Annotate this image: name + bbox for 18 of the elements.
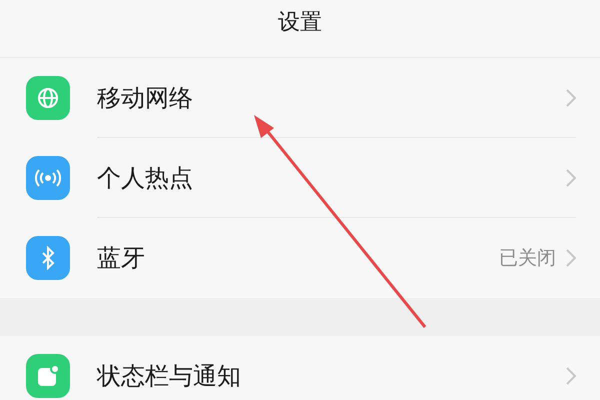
settings-row[interactable]: 状态栏与通知	[0, 336, 600, 400]
page-title: 设置	[278, 9, 322, 37]
hotspot-icon	[34, 168, 62, 188]
settings-row[interactable]: 蓝牙 已关闭	[0, 218, 600, 298]
chevron-icon	[566, 88, 576, 106]
notification-icon	[36, 364, 60, 388]
chevron-icon	[566, 168, 576, 186]
row-label: 个人热点	[97, 162, 194, 194]
row-label: 蓝牙	[97, 243, 146, 274]
settings-row[interactable]: 移动网络	[0, 58, 600, 138]
row-value: 已关闭	[499, 246, 556, 271]
settings-row[interactable]: 个人热点	[0, 138, 600, 218]
row-label: 移动网络	[97, 82, 194, 114]
globe-icon	[36, 86, 60, 110]
bluetooth-icon	[41, 246, 55, 270]
chevron-icon	[566, 367, 576, 385]
chevron-icon	[566, 249, 576, 267]
row-label: 状态栏与通知	[97, 361, 242, 392]
